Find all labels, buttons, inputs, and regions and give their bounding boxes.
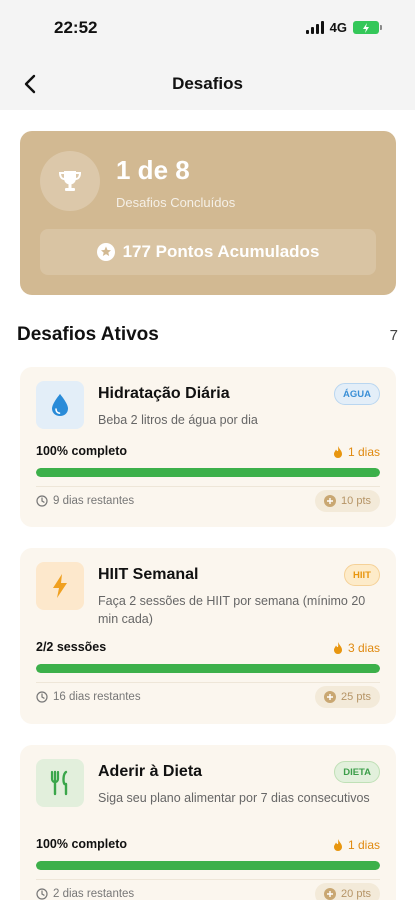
remaining-text: 9 dias restantes — [53, 495, 135, 507]
trophy-badge — [40, 151, 100, 211]
streak-text: 1 dias — [347, 445, 380, 459]
remaining-text: 2 dias restantes — [53, 888, 135, 900]
remaining-text: 16 dias restantes — [53, 691, 141, 703]
challenge-description: Beba 2 litros de água por dia — [98, 413, 258, 427]
card-divider — [36, 682, 380, 683]
progress-fill — [36, 861, 380, 870]
points-text: 10 pts — [341, 495, 371, 507]
category-tag: HIIT — [344, 564, 380, 586]
flame-icon — [333, 642, 342, 654]
category-tag: ÁGUA — [334, 383, 380, 405]
flame-icon — [333, 446, 342, 458]
progress-bar — [36, 664, 380, 673]
streak-indicator: 1 dias — [333, 445, 380, 459]
card-divider — [36, 486, 380, 487]
remaining-days: 9 dias restantes — [36, 495, 134, 507]
points-total: 177 Pontos Acumulados — [122, 242, 320, 261]
streak-indicator: 3 dias — [333, 641, 380, 655]
remaining-days: 16 dias restantes — [36, 691, 141, 703]
plus-circle-icon — [324, 888, 337, 900]
challenge-card-hidratacao[interactable]: Hidratação Diária Beba 2 litros de água … — [20, 367, 396, 527]
challenge-description: Siga seu plano alimentar por 7 dias cons… — [98, 791, 370, 805]
summary-card: 1 de 8 Desafios Concluídos 177 Pontos Ac… — [20, 131, 396, 295]
trophy-icon — [58, 171, 82, 191]
streak-indicator: 1 dias — [333, 838, 380, 852]
points-text: 25 pts — [341, 691, 371, 703]
completed-label: Desafios Concluídos — [116, 195, 236, 210]
category-tag: DIETA — [334, 761, 380, 783]
status-time: 22:52 — [54, 18, 98, 37]
signal-icon — [305, 21, 324, 34]
page-title: Desafios — [172, 74, 243, 93]
star-circle-icon — [96, 243, 115, 261]
challenge-icon-box — [36, 562, 84, 610]
section-count: 7 — [389, 327, 398, 344]
challenge-title: Hidratação Diária — [98, 385, 230, 402]
challenge-icon-box — [36, 381, 84, 429]
progress-label: 2/2 sessões — [36, 640, 107, 654]
network-label: 4G — [329, 20, 347, 35]
status-bar: 22:52 4G — [0, 0, 415, 58]
challenge-title: HIIT Semanal — [98, 566, 199, 583]
clock-icon — [36, 495, 48, 507]
card-divider — [36, 879, 380, 880]
water-drop-icon — [52, 394, 68, 416]
challenge-card-hiit[interactable]: HIIT Semanal Faça 2 sessões de HIIT por … — [20, 548, 396, 724]
nav-bar: Desafios — [0, 58, 415, 110]
fork-knife-icon — [50, 770, 68, 796]
progress-bar — [36, 861, 380, 870]
points-badge: 10 pts — [315, 490, 380, 512]
points-box: 177 Pontos Acumulados — [40, 229, 376, 275]
battery-icon — [353, 21, 382, 34]
progress-fill — [36, 664, 380, 673]
streak-text: 3 dias — [347, 641, 380, 655]
progress-fill — [36, 468, 380, 477]
lightning-bolt-icon — [53, 574, 67, 598]
remaining-days: 2 dias restantes — [36, 888, 134, 900]
progress-bar — [36, 468, 380, 477]
points-badge: 25 pts — [315, 686, 380, 708]
section-title: Desafios Ativos — [17, 324, 159, 345]
streak-text: 1 dias — [347, 838, 380, 852]
plus-circle-icon — [324, 495, 337, 507]
points-badge: 20 pts — [315, 883, 380, 900]
clock-icon — [36, 888, 48, 900]
challenge-icon-box — [36, 759, 84, 807]
progress-label: 100% completo — [36, 444, 128, 458]
clock-icon — [36, 691, 48, 703]
progress-label: 100% completo — [36, 837, 128, 851]
challenge-card-dieta[interactable]: Aderir à Dieta Siga seu plano alimentar … — [20, 745, 396, 900]
completed-count: 1 de 8 — [116, 155, 190, 185]
points-text: 20 pts — [341, 888, 371, 900]
status-icons: 4G — [305, 20, 382, 35]
challenge-title: Aderir à Dieta — [98, 763, 203, 780]
flame-icon — [333, 839, 342, 851]
plus-circle-icon — [324, 691, 337, 703]
challenge-description: Faça 2 sessões de HIIT por semana (mínim… — [98, 594, 366, 626]
